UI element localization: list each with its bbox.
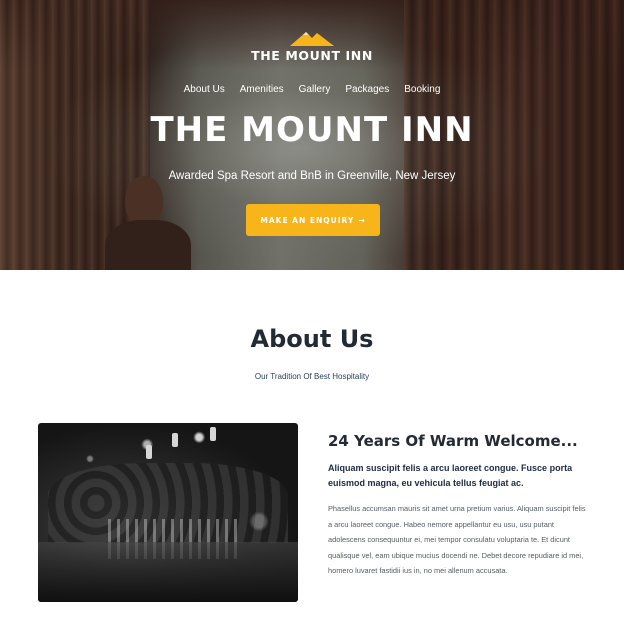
welcome-body: Phasellus accumsan mauris sit amet urna … (328, 504, 586, 576)
main-nav: About Us Amenities Gallery Packages Book… (0, 84, 624, 95)
hero-section: THE MOUNT INN About Us Amenities Gallery… (0, 0, 624, 270)
hero-subtitle: Awarded Spa Resort and BnB in Greenville… (168, 170, 456, 182)
welcome-title: 24 Years Of Warm Welcome... (328, 432, 578, 450)
arrow-right-icon: → (358, 215, 366, 225)
photo-lamp (172, 433, 178, 447)
site-logo[interactable]: THE MOUNT INN (0, 30, 624, 63)
bar-photo (38, 423, 298, 602)
cta-label: MAKE AN ENQUIRY (260, 215, 355, 225)
section-title: About Us (250, 325, 374, 353)
photo-lamp (210, 427, 216, 441)
nav-item-about-us[interactable]: About Us (184, 84, 225, 95)
photo-lamp (146, 445, 152, 459)
mountain-icon (290, 32, 334, 46)
nav-item-gallery[interactable]: Gallery (299, 84, 331, 95)
nav-item-booking[interactable]: Booking (404, 84, 440, 95)
section-tagline: Our Tradition Of Best Hospitality (254, 372, 370, 381)
logo-text: THE MOUNT INN (251, 48, 373, 63)
welcome-lead: Aliquam suscipit felis a arcu laoreet co… (328, 463, 573, 488)
nav-item-amenities[interactable]: Amenities (240, 84, 284, 95)
hero-title: THE MOUNT INN (150, 110, 474, 150)
photo-bar-counter (38, 542, 298, 602)
nav-item-packages[interactable]: Packages (345, 84, 389, 95)
make-enquiry-button[interactable]: MAKE AN ENQUIRY → (246, 204, 380, 236)
